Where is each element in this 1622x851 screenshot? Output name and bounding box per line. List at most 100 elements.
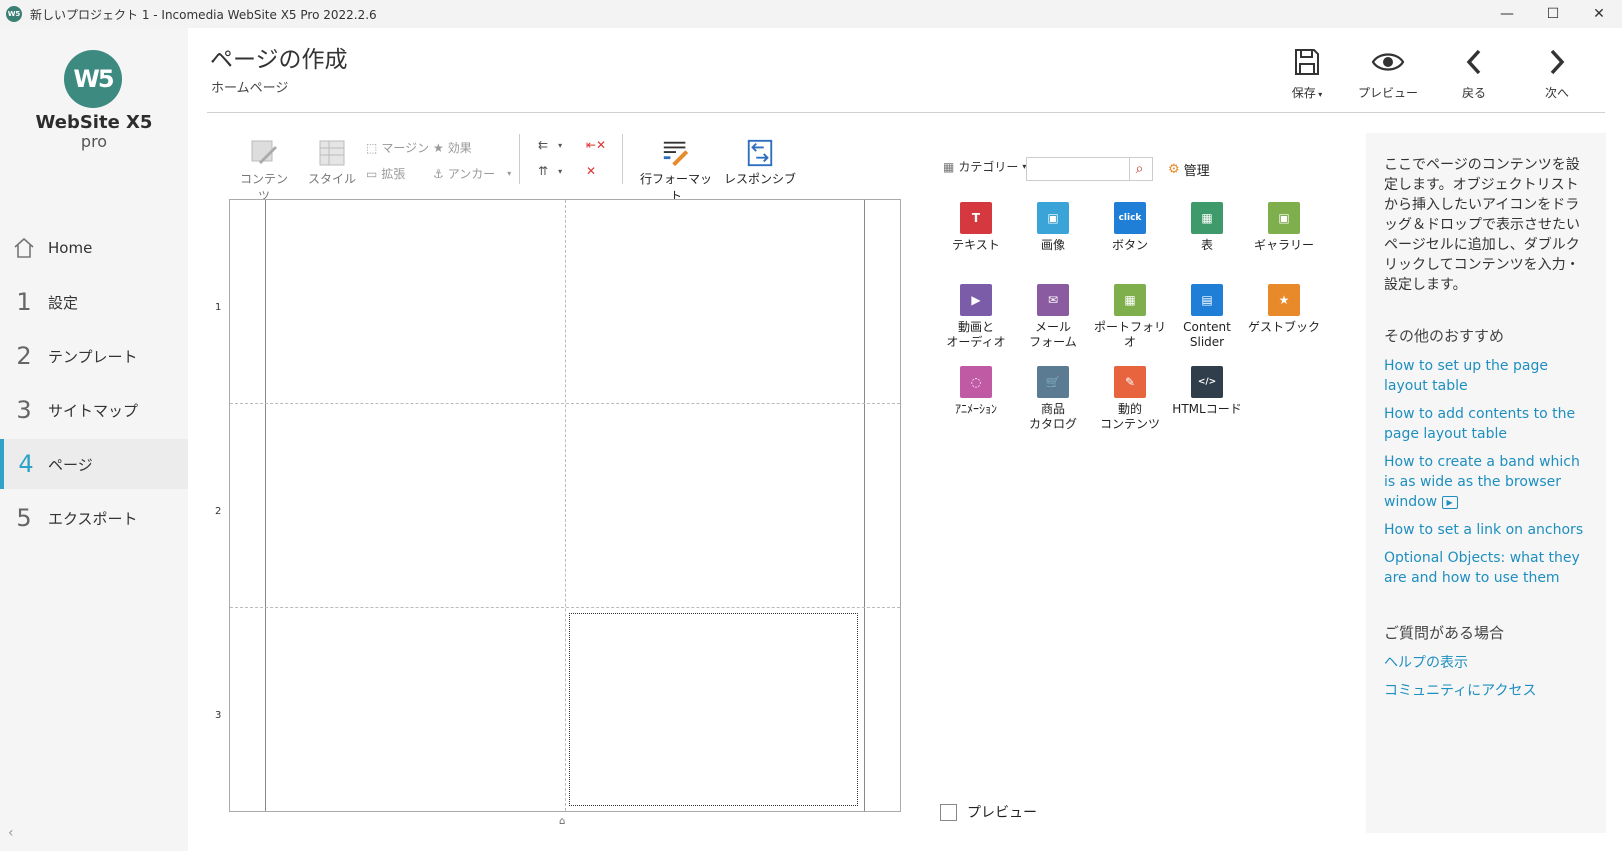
insert-column-button[interactable]: ⇈ ▾ <box>538 164 562 178</box>
object-search-input[interactable] <box>1026 157 1130 181</box>
object-label: 動画と オーディオ <box>946 320 1006 349</box>
object-guestbook[interactable]: ★ ゲストブック <box>1246 284 1322 335</box>
next-button[interactable]: 次へ <box>1522 48 1592 101</box>
row-format-button[interactable]: 行フォーマット <box>636 138 716 204</box>
margin-button[interactable]: ⬚ マージン <box>366 139 429 156</box>
help-link[interactable]: Optional Objects: what they are and how … <box>1384 548 1588 588</box>
effect-label: 効果 <box>447 141 472 155</box>
object-gallery[interactable]: ▣ ギャラリー <box>1246 202 1322 253</box>
object-video-audio[interactable]: ▶ 動画と オーディオ <box>938 284 1014 350</box>
help-link-text: How to create a band which is as wide as… <box>1384 454 1580 510</box>
next-label: 次へ <box>1544 86 1569 100</box>
save-button[interactable]: 保存 ▾ <box>1272 48 1342 101</box>
search-icon[interactable]: ⌕ <box>1127 157 1153 181</box>
show-help-link[interactable]: ヘルプの表示 <box>1384 653 1588 673</box>
object-button[interactable]: click ボタン <box>1092 202 1168 253</box>
home-icon <box>0 236 48 260</box>
step-number: 4 <box>18 450 34 478</box>
manage-label: 管理 <box>1183 164 1210 179</box>
collapse-sidebar-icon[interactable]: ‹ <box>8 825 14 841</box>
object-label: ポートフォリオ <box>1093 320 1166 349</box>
delete-row-icon: ⇤✕ <box>586 138 607 152</box>
toolbar-divider <box>622 134 623 184</box>
sidebar-item-sitemap[interactable]: 3 サイトマップ <box>0 385 188 435</box>
object-table[interactable]: ▦ 表 <box>1169 202 1245 253</box>
object-mail-form[interactable]: ✉ メール フォーム <box>1015 284 1091 350</box>
sidebar-item-template[interactable]: 2 テンプレート <box>0 331 188 381</box>
preview-label: プレビュー <box>1357 86 1418 100</box>
maximize-button[interactable]: ☐ <box>1530 0 1576 28</box>
delete-row-button[interactable]: ⇤✕ <box>586 138 606 152</box>
responsive-button[interactable]: レスポンシブ <box>724 138 796 187</box>
sidebar-item-home[interactable]: Home <box>0 223 188 273</box>
manage-button[interactable]: ⚙ 管理 <box>1168 160 1210 179</box>
page-title: ページの作成 <box>210 47 348 73</box>
expand-button[interactable]: ▭ 拡張 <box>366 165 405 182</box>
grid-row-divider <box>230 403 900 404</box>
close-button[interactable]: ✕ <box>1576 0 1622 28</box>
preview-button[interactable]: プレビュー <box>1353 48 1423 101</box>
grid-border-right <box>864 200 865 811</box>
chevron-down-icon: ▾ <box>558 140 563 150</box>
delete-column-button[interactable]: ✕ <box>586 164 596 178</box>
sidebar-item-label: Home <box>48 239 93 257</box>
anchor-button[interactable]: ⚓ アンカー ▾ <box>433 165 511 182</box>
category-dropdown[interactable]: ▦ カテゴリー ▾ <box>943 158 1026 175</box>
style-label: スタイル <box>307 172 356 186</box>
table-icon: ▦ <box>1191 202 1223 234</box>
help-link[interactable]: How to add contents to the page layout t… <box>1384 404 1588 444</box>
content-slider-icon: ▤ <box>1191 284 1223 316</box>
logo-name: WebSite X5 <box>35 112 153 133</box>
style-icon <box>319 140 345 166</box>
object-portfolio[interactable]: ▦ ポートフォリオ <box>1092 284 1168 350</box>
sidebar-item-page[interactable]: 4 ページ <box>0 439 188 489</box>
preview-checkbox[interactable]: プレビュー <box>940 802 1037 822</box>
anchor-label: アンカー <box>447 167 496 181</box>
style-button[interactable]: スタイル <box>304 138 360 187</box>
object-text[interactable]: T テキスト <box>938 202 1014 253</box>
anchor-icon: ⚓ <box>433 166 444 181</box>
margin-label: マージン <box>381 141 430 155</box>
insert-row-button[interactable]: ⇇ ▾ <box>538 138 562 152</box>
minimize-button[interactable]: — <box>1484 0 1530 28</box>
sidebar-item-label: エクスポート <box>48 509 138 528</box>
step-number: 3 <box>16 396 32 424</box>
object-label: Content Slider <box>1183 320 1231 349</box>
object-content-slider[interactable]: ▤ Content Slider <box>1169 284 1245 350</box>
object-animation[interactable]: ◌ ｱﾆﾒｰｼｮﾝ <box>938 366 1014 417</box>
sidebar-item-export[interactable]: 5 エクスポート <box>0 493 188 543</box>
sidebar-item-settings[interactable]: 1 設定 <box>0 277 188 327</box>
help-link[interactable]: How to set a link on anchors <box>1384 520 1588 540</box>
product-catalog-icon: 🛒 <box>1037 366 1069 398</box>
row-number: 3 <box>215 710 222 721</box>
help-link[interactable]: How to create a band which is as wide as… <box>1384 452 1588 512</box>
step-number: 1 <box>16 288 32 316</box>
chevron-down-icon: ▾ <box>558 166 563 176</box>
text-icon: T <box>960 202 992 234</box>
html-code-icon: </> <box>1191 366 1223 398</box>
object-label: 表 <box>1200 238 1213 252</box>
chevron-down-icon: ▾ <box>507 169 512 178</box>
object-image[interactable]: ▣ 画像 <box>1015 202 1091 253</box>
checkbox-box[interactable] <box>940 803 957 821</box>
community-link[interactable]: コミュニティにアクセス <box>1384 681 1588 701</box>
back-button[interactable]: 戻る <box>1439 48 1509 101</box>
effect-button[interactable]: ★ 効果 <box>433 139 472 156</box>
category-label: カテゴリー <box>958 160 1019 174</box>
object-html-code[interactable]: </> HTMLコード <box>1169 366 1245 417</box>
content-button[interactable]: コンテンツ <box>236 138 292 204</box>
window-title: 新しいプロジェクト 1 - Incomedia WebSite X5 Pro 2… <box>30 7 377 22</box>
object-dynamic-content[interactable]: ✎ 動的 コンテンツ <box>1092 366 1168 432</box>
chevron-left-icon <box>1466 49 1481 75</box>
help-link[interactable]: How to set up the page layout table <box>1384 356 1588 396</box>
selected-grid-cell[interactable] <box>569 613 858 806</box>
recommend-heading: その他のおすすめ <box>1384 327 1505 345</box>
margin-icon: ⬚ <box>366 140 378 155</box>
grid-resize-handle-icon[interactable]: ⌂ <box>559 816 565 827</box>
grid-border-left <box>265 200 266 811</box>
image-icon: ▣ <box>1037 202 1069 234</box>
object-label: メール フォーム <box>1029 320 1077 349</box>
page-subtitle: ホームページ <box>211 81 289 96</box>
portfolio-icon: ▦ <box>1114 284 1146 316</box>
object-product-catalog[interactable]: 🛒 商品 カタログ <box>1015 366 1091 432</box>
